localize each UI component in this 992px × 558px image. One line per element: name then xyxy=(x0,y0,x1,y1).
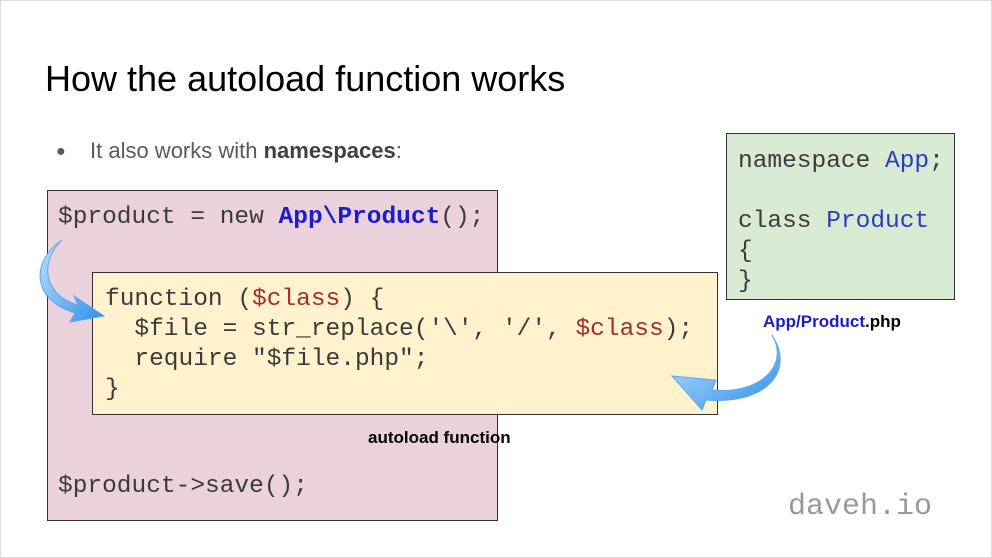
arrows xyxy=(39,239,781,411)
curved-arrow-icon xyxy=(39,239,106,323)
curved-arrow-icon xyxy=(670,334,781,411)
watermark: daveh.io xyxy=(788,490,933,524)
